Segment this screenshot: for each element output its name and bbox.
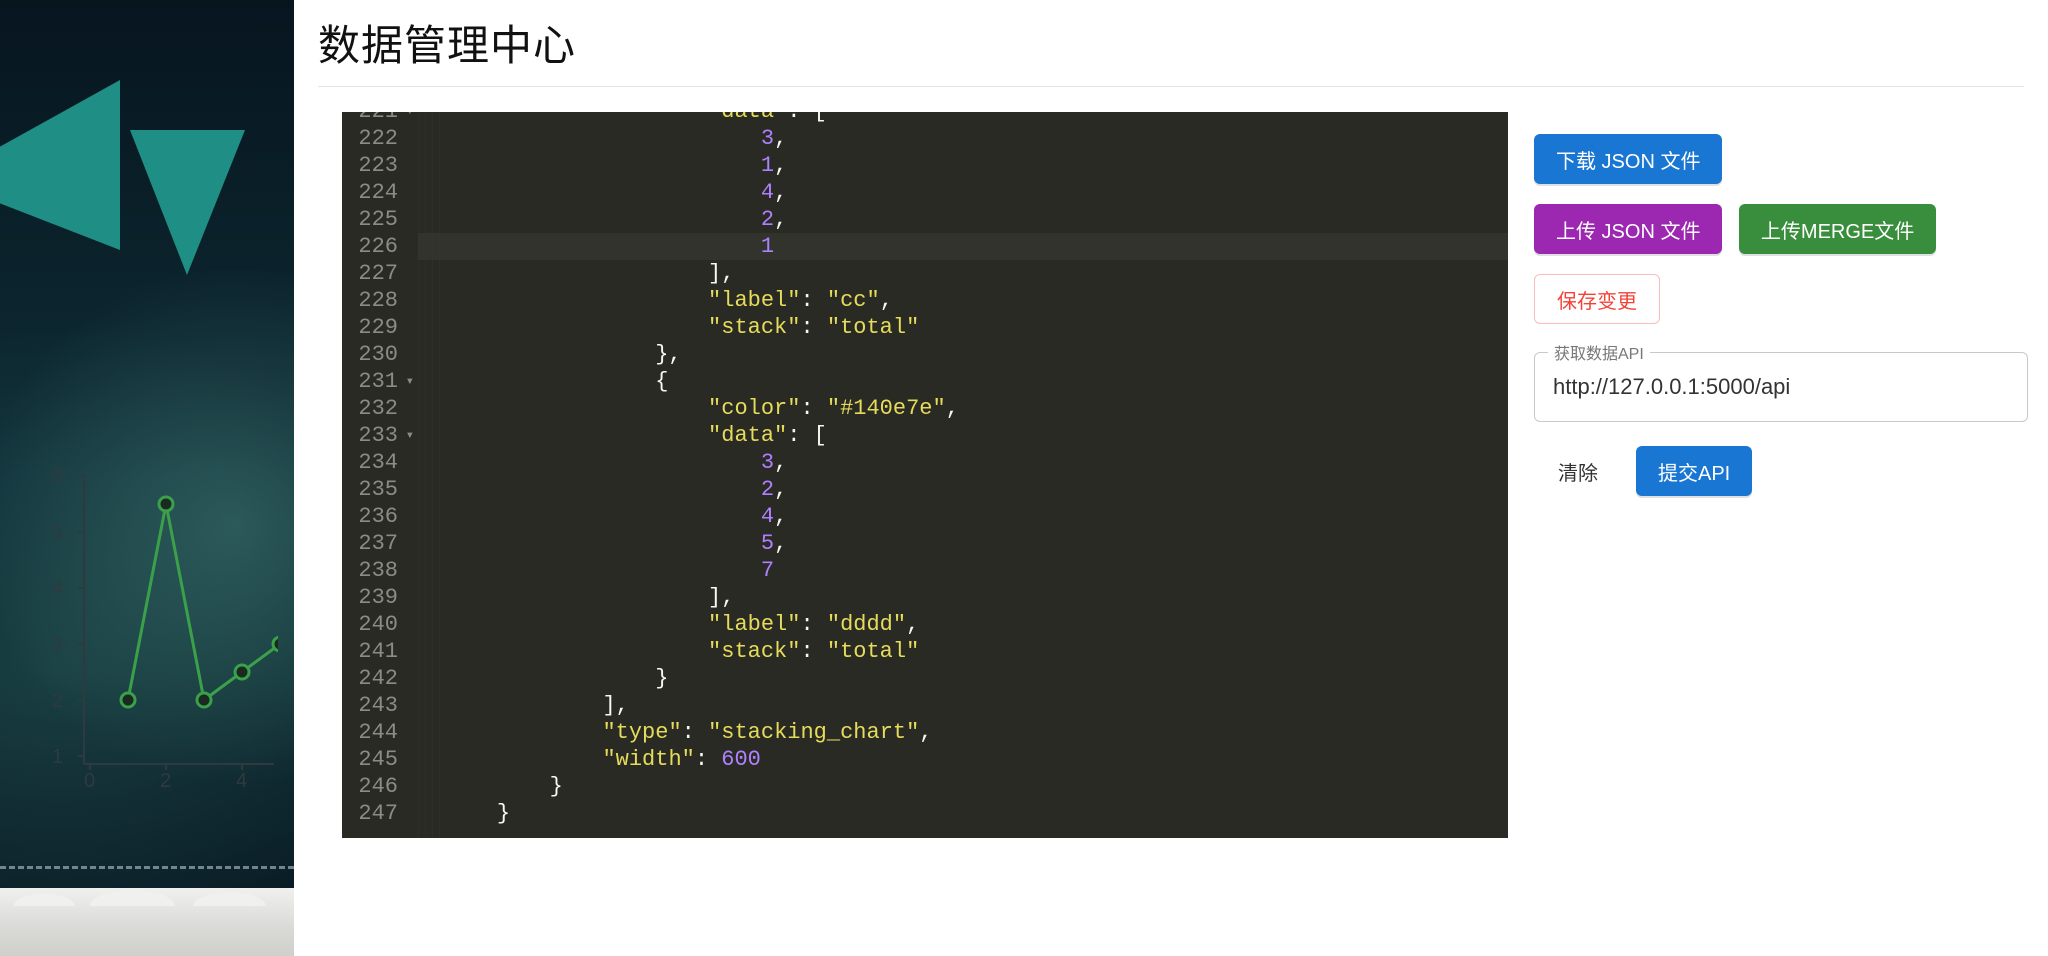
sidebar-divider (0, 866, 294, 869)
upload-json-button[interactable]: 上传 JSON 文件 (1534, 204, 1722, 254)
ytick-2: 2 (52, 690, 63, 713)
controls-column: 下载 JSON 文件 上传 JSON 文件 上传MERGE文件 保存变更 获取数… (1534, 134, 2028, 694)
ytick-5: 5 (52, 522, 63, 545)
ytick-1: 1 (52, 746, 63, 769)
title-divider (318, 86, 2024, 87)
xtick-4: 4 (236, 770, 247, 793)
sidebar: 6 5 4 3 2 1 0 2 4 (0, 0, 294, 956)
ytick-4: 4 (52, 578, 63, 601)
download-json-button[interactable]: 下载 JSON 文件 (1534, 134, 1722, 184)
ytick-3: 3 (52, 634, 63, 657)
submit-api-button[interactable]: 提交API (1636, 446, 1752, 496)
save-changes-button[interactable]: 保存变更 (1534, 274, 1660, 324)
api-field-label: 获取数据API (1548, 340, 1650, 364)
clear-button[interactable]: 清除 (1540, 446, 1616, 496)
editor-code[interactable]: "data": [ 3, 1, 4, 2, 1 ], "label": "cc"… (444, 112, 1508, 838)
ytick-6: 6 (52, 466, 63, 489)
sidebar-footer-art (0, 888, 294, 956)
api-field: 获取数据API (1534, 352, 2028, 422)
xtick-2: 2 (160, 770, 171, 793)
sidebar-mini-chart: 6 5 4 3 2 1 0 2 4 (34, 464, 278, 784)
app-logo-icon (0, 0, 294, 320)
json-editor[interactable]: 2212222232242252262272282292302312322332… (342, 112, 1508, 838)
xtick-0: 0 (84, 770, 95, 793)
main: 数据管理中心 221222223224225226227228229230231… (294, 0, 2048, 956)
upload-merge-button[interactable]: 上传MERGE文件 (1739, 204, 1936, 254)
page-title: 数据管理中心 (318, 12, 576, 73)
editor-gutter: 2212222232242252262272282292302312322332… (342, 112, 418, 838)
